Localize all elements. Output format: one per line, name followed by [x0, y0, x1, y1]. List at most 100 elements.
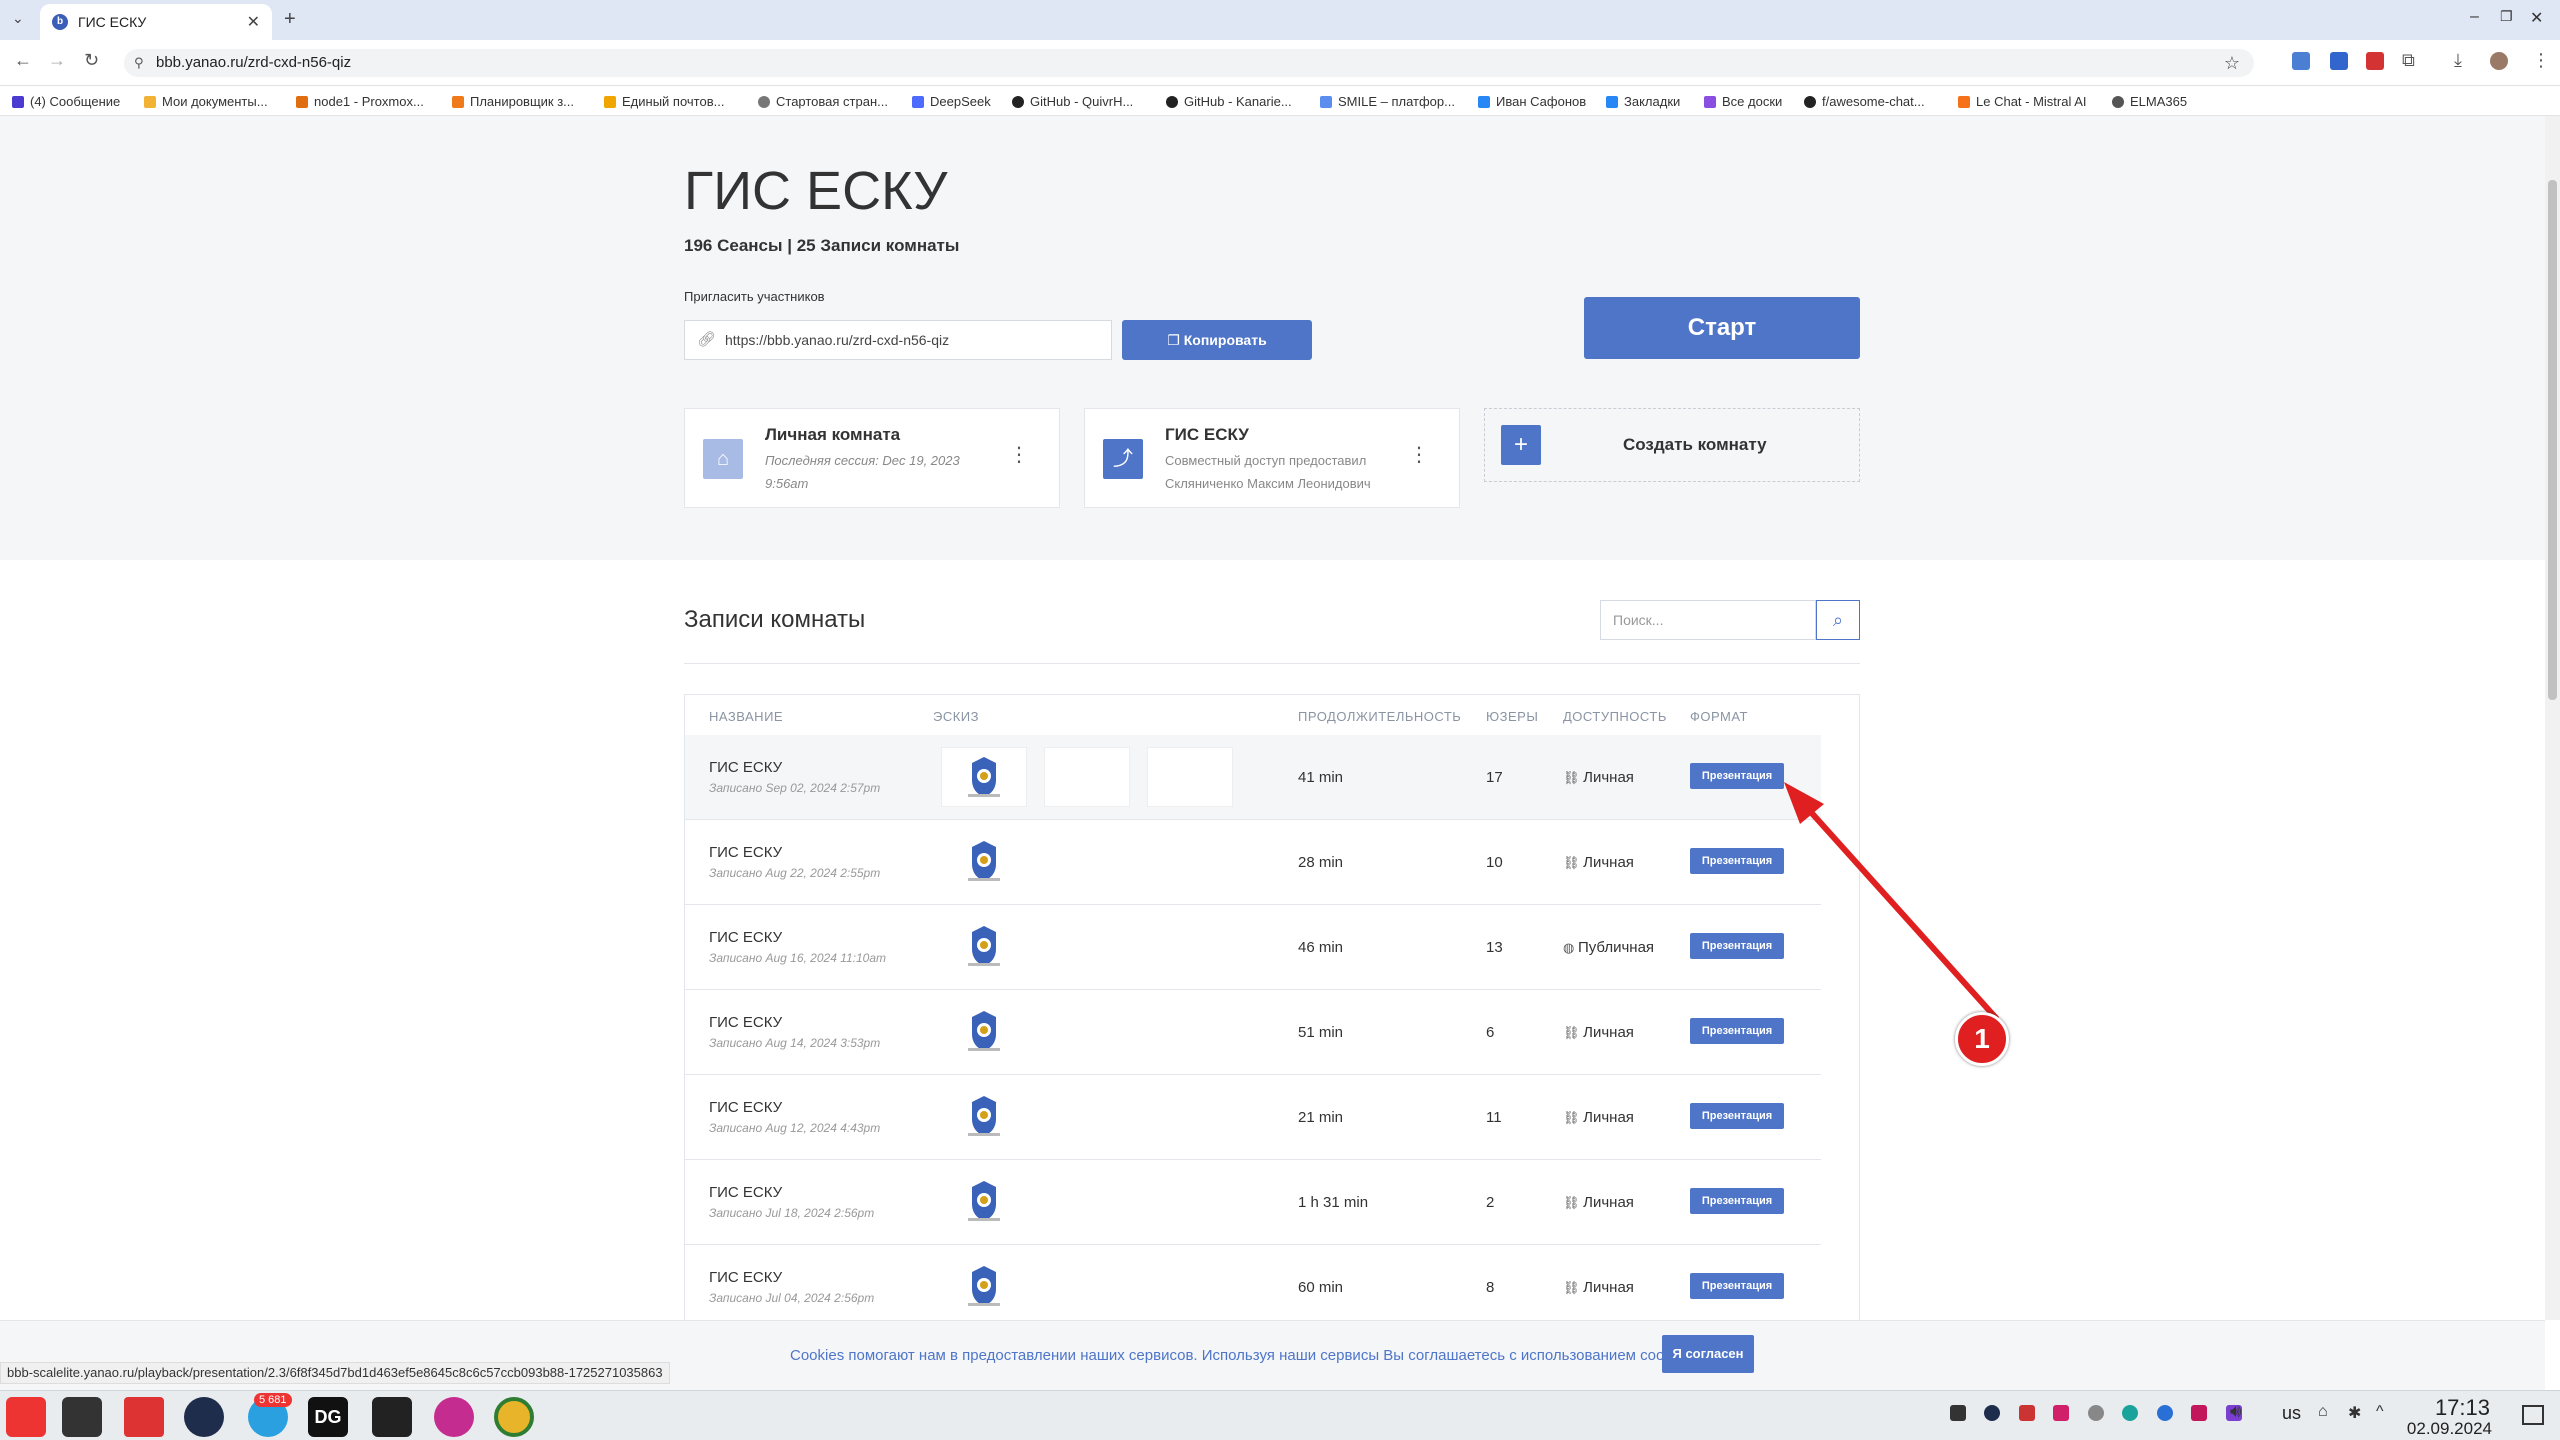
table-row[interactable]: ГИС ЕСКУ Записано Jul 04, 2024 2:56pm 60 m…: [685, 1245, 1821, 1320]
back-icon[interactable]: ←: [14, 50, 32, 71]
tray-icon-2[interactable]: [1984, 1405, 2001, 1421]
room-card-title: ГИС ЕСКУ: [1165, 425, 1249, 444]
minimize-icon[interactable]: –: [2470, 8, 2479, 26]
recording-access[interactable]: ⛓ Личная: [1563, 1194, 1634, 1211]
tab-search-icon[interactable]: ⌄: [12, 10, 24, 27]
bookmark-star-icon[interactable]: ☆: [2224, 49, 2240, 77]
recording-access[interactable]: ⛓ Личная: [1563, 1279, 1634, 1296]
room-card-menu-icon[interactable]: ⋮: [1009, 445, 1029, 465]
recording-thumbnail[interactable]: [941, 917, 1027, 977]
recording-access[interactable]: ⛓ Личная: [1563, 769, 1634, 786]
forward-icon[interactable]: →: [48, 50, 66, 71]
reload-icon[interactable]: ↻: [84, 50, 99, 71]
copy-button[interactable]: ❐ Копировать: [1122, 320, 1312, 360]
recording-access[interactable]: ⛓ Личная: [1563, 1024, 1634, 1041]
bookmark-item[interactable]: Все доски: [1704, 94, 1782, 109]
recording-thumbnail[interactable]: [941, 1087, 1027, 1147]
settings-app-icon[interactable]: [62, 1397, 102, 1437]
scrollbar-thumb[interactable]: [2548, 180, 2557, 700]
tray-icon-3[interactable]: [2018, 1405, 2035, 1421]
search-input[interactable]: Поиск...: [1600, 600, 1816, 640]
bookmark-item[interactable]: ELMA365: [2112, 94, 2187, 109]
table-row[interactable]: ГИС ЕСКУ Записано Aug 16, 2024 11:10am 46 …: [685, 905, 1821, 990]
extensions-puzzle-icon[interactable]: ⧉: [2402, 50, 2415, 71]
bookmark-item[interactable]: SMILE – платфор...: [1320, 94, 1455, 109]
bookmark-item[interactable]: Иван Сафонов: [1478, 94, 1586, 109]
show-desktop-icon[interactable]: [2522, 1405, 2544, 1425]
presentation-format-button[interactable]: Презентация: [1690, 1273, 1784, 1299]
start-button[interactable]: Старт: [1584, 297, 1860, 359]
bookmark-item[interactable]: DeepSeek: [912, 94, 991, 109]
table-row[interactable]: ГИС ЕСКУ Записано Aug 14, 2024 3:53pm 51 m…: [685, 990, 1821, 1075]
site-info-icon[interactable]: ⚲: [134, 49, 144, 77]
presentation-format-button[interactable]: Презентация: [1690, 1188, 1784, 1214]
address-bar[interactable]: ⚲ bbb.yanao.ru/zrd-cxd-n56-qiz ☆: [124, 49, 2254, 77]
browser-tab[interactable]: b ГИС ЕСКУ ✕: [40, 4, 272, 40]
clock-time[interactable]: 17:13: [2420, 1395, 2490, 1421]
close-window-icon[interactable]: ✕: [2530, 8, 2543, 28]
tray-icon-1[interactable]: [1950, 1405, 1966, 1421]
datagrip-icon[interactable]: DG: [308, 1397, 348, 1437]
presentation-format-button[interactable]: Презентация: [1690, 1103, 1784, 1129]
recording-thumbnail[interactable]: [1147, 747, 1233, 807]
close-tab-icon[interactable]: ✕: [247, 12, 260, 32]
recording-thumbnail[interactable]: [941, 1172, 1027, 1232]
chrome-icon[interactable]: [494, 1397, 534, 1437]
invite-url-field[interactable]: 🔗︎ https://bbb.yanao.ru/zrd-cxd-n56-qiz: [684, 320, 1112, 360]
file-manager-icon[interactable]: [124, 1397, 164, 1437]
bookmark-item[interactable]: GitHub - Kanarie...: [1166, 94, 1292, 109]
room-card-menu-icon[interactable]: ⋮: [1409, 445, 1429, 465]
table-row[interactable]: ГИС ЕСКУ Записано Aug 12, 2024 4:43pm 21 m…: [685, 1075, 1821, 1160]
table-row[interactable]: ГИС ЕСКУ Записано Sep 02, 2024 2:57pm 41 m…: [685, 735, 1821, 820]
recording-thumbnail[interactable]: [941, 1257, 1027, 1317]
profile-avatar-icon[interactable]: [2490, 52, 2508, 70]
tray-icon-7[interactable]: [2156, 1405, 2173, 1421]
bookmark-item[interactable]: GitHub - QuivrH...: [1012, 94, 1133, 109]
clock-date[interactable]: 02.09.2024: [2402, 1419, 2492, 1439]
recording-thumbnail[interactable]: [941, 747, 1027, 807]
cookie-accept-button[interactable]: Я согласен: [1662, 1335, 1754, 1373]
extension-3-icon[interactable]: [2366, 52, 2384, 70]
download-icon[interactable]: ⤓: [2454, 50, 2462, 71]
yandex-browser-icon[interactable]: [184, 1397, 224, 1437]
terminal-icon[interactable]: [372, 1397, 412, 1437]
recording-thumbnail[interactable]: [941, 832, 1027, 892]
table-row[interactable]: ГИС ЕСКУ Записано Jul 18, 2024 2:56pm 1 h …: [685, 1160, 1821, 1245]
extension-1-icon[interactable]: [2292, 52, 2310, 70]
tray-icon-5[interactable]: [2087, 1405, 2104, 1421]
tray-icon-6[interactable]: [2122, 1405, 2139, 1421]
bookmark-item[interactable]: Мои документы...: [144, 94, 268, 109]
recording-thumbnail[interactable]: [1044, 747, 1130, 807]
network-icon[interactable]: ⌂: [2318, 1403, 2328, 1421]
recording-access[interactable]: ◍ Публичная: [1563, 939, 1654, 956]
restore-icon[interactable]: ❐: [2500, 8, 2513, 25]
keyboard-layout[interactable]: us: [2282, 1403, 2301, 1424]
menu-icon[interactable]: ⋮: [2532, 50, 2550, 71]
bookmark-item[interactable]: (4) Сообщение: [12, 94, 120, 109]
bookmark-item[interactable]: node1 - Proxmox...: [296, 94, 424, 109]
app-icon[interactable]: [434, 1397, 474, 1437]
new-tab-icon[interactable]: +: [284, 8, 296, 31]
extension-2-icon[interactable]: [2330, 52, 2348, 70]
bookmark-item[interactable]: Стартовая стран...: [758, 94, 888, 109]
recording-thumbnail[interactable]: [941, 1002, 1027, 1062]
tray-expand-icon[interactable]: ^: [2376, 1403, 2384, 1421]
volume-icon[interactable]: 🔊︎: [2230, 1401, 2241, 1422]
bookmark-item[interactable]: f/awesome-chat...: [1804, 94, 1925, 109]
bookmark-item[interactable]: Единый почтов...: [604, 94, 724, 109]
start-menu-icon[interactable]: [6, 1397, 46, 1437]
search-button[interactable]: ⌕: [1816, 600, 1860, 640]
bookmark-item[interactable]: Планировщик з...: [452, 94, 574, 109]
globe-icon: ◍: [1563, 940, 1578, 955]
bluetooth-icon[interactable]: ✱: [2348, 1403, 2361, 1423]
recording-access[interactable]: ⛓ Личная: [1563, 1109, 1634, 1126]
bookmark-item[interactable]: Le Chat - Mistral AI: [1958, 94, 2087, 109]
table-row[interactable]: ГИС ЕСКУ Записано Aug 22, 2024 2:55pm 28 m…: [685, 820, 1821, 905]
tray-icon-4[interactable]: [2053, 1405, 2070, 1421]
room-card-personal[interactable]: ⌂ Личная комната Последняя сессия: Dec 1…: [684, 408, 1060, 508]
tray-icon-8[interactable]: [2191, 1405, 2208, 1421]
room-card-shared[interactable]: ⤴ ГИС ЕСКУ Совместный доступ предоставил…: [1084, 408, 1460, 508]
recording-access[interactable]: ⛓ Личная: [1563, 854, 1634, 871]
create-room-card[interactable]: + Создать комнату: [1484, 408, 1860, 482]
bookmark-item[interactable]: Закладки: [1606, 94, 1680, 109]
